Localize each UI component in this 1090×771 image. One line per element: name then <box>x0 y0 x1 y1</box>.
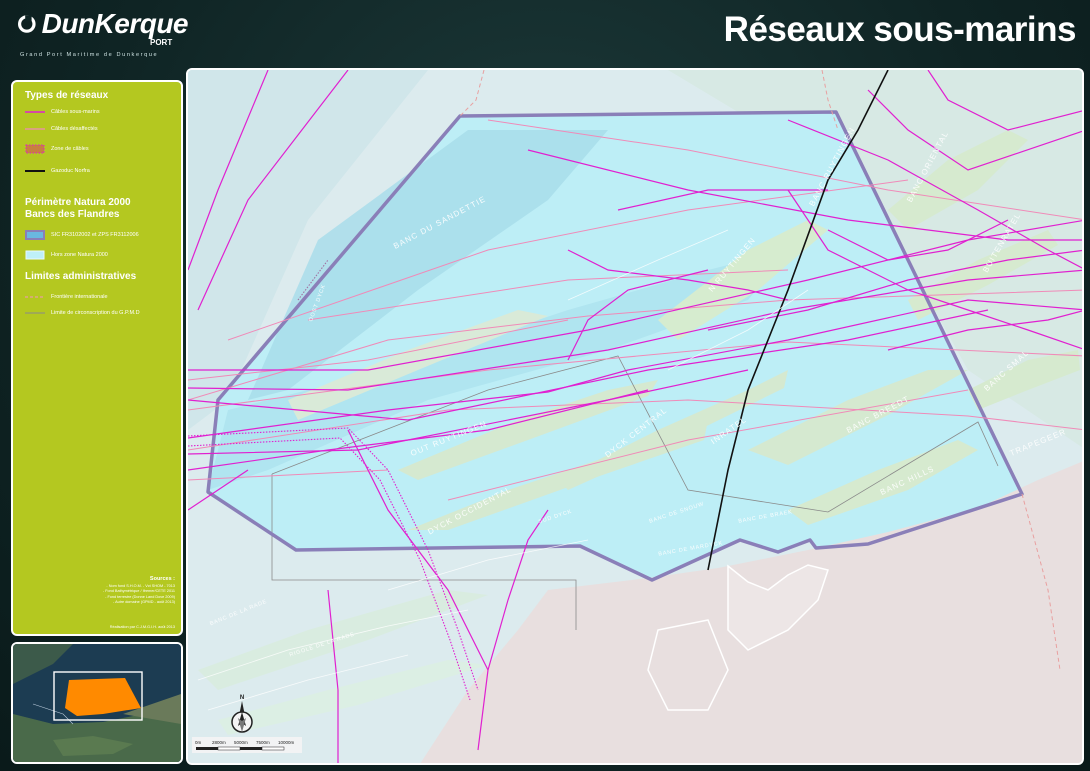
map-canvas[interactable]: Banc du Sandettie Banc Oriental Banc Ruy… <box>186 68 1084 765</box>
legend-label: Limite de circonscription du G.P.M.D <box>51 310 140 316</box>
legend-section-natura-2: Bancs des Flandres <box>25 209 120 220</box>
legend-label: Zone de câbles <box>51 146 89 152</box>
brand-subtitle: Grand Port Maritime de Dunkerque <box>20 52 159 58</box>
legend-item-disused-cables: Câbles désaffectés <box>25 124 98 134</box>
legend-label: Câbles sous-marins <box>51 109 100 115</box>
legend-label: SIC FR3102002 et ZPS FR3112006 <box>51 232 139 238</box>
brand-port: PORT <box>150 38 173 47</box>
legend-section-networks: Types de réseaux <box>25 90 109 101</box>
overview-map-svg <box>13 644 181 762</box>
scale-label: 0m <box>195 740 202 745</box>
legend-label: Hors zone Natura 2000 <box>51 252 108 258</box>
brand-name: DunKerque <box>41 8 189 39</box>
sources-title: Sources : <box>149 576 175 582</box>
logo-mark-icon <box>18 15 36 33</box>
north-arrow-icon: N <box>231 695 253 733</box>
scale-label: 2800m <box>212 740 226 745</box>
brand-logo[interactable]: DunKerque PORT Grand Port Maritime de Du… <box>18 8 189 62</box>
scale-label: 10000m <box>278 740 295 745</box>
scale-labels: 0m 2800m 5000m 7500m 10000m <box>192 740 302 746</box>
legend-section-natura-1: Périmètre Natura 2000 <box>25 197 131 208</box>
scale-label: 7500m <box>256 740 270 745</box>
legend-label: Gazoduc Norfra <box>51 168 90 174</box>
legend-item-gpmd-limit: Limite de circonscription du G.P.M.D <box>25 308 140 318</box>
sources-line: - Autre domaine (GPMD - août 2013) <box>112 600 175 605</box>
legend-item-frontier: Frontière internationale <box>25 292 108 302</box>
page-title: Réseaux sous-marins <box>723 10 1077 49</box>
legend-section-admin: Limites administratives <box>25 271 137 282</box>
legend-item-pipeline: Gazoduc Norfra <box>25 166 90 176</box>
legend-label: Câbles désaffectés <box>51 126 98 132</box>
scale-label: 5000m <box>234 740 248 745</box>
map-svg <box>188 70 1082 763</box>
scale-bar: 0m 2800m 5000m 7500m 10000m <box>192 737 302 753</box>
legend-item-cable-zone: Zone de câbles <box>25 144 89 154</box>
overview-map[interactable] <box>11 642 183 764</box>
legend-label: Frontière internationale <box>51 294 108 300</box>
sources-block: Sources : - Nom fond S.H.O.M. - Vct SHOM… <box>35 576 175 606</box>
credit-text: Réalisation par C.J.M.G.I.H. août 2013 <box>109 625 175 629</box>
legend-item-natura: SIC FR3102002 et ZPS FR3112006 <box>25 230 139 240</box>
legend-item-hors-natura: Hors zone Natura 2000 <box>25 250 108 260</box>
north-label: N <box>240 695 244 701</box>
legend-panel: Types de réseaux Câbles sous-marins Câbl… <box>11 80 183 636</box>
legend-item-cables: Câbles sous-marins <box>25 107 100 117</box>
